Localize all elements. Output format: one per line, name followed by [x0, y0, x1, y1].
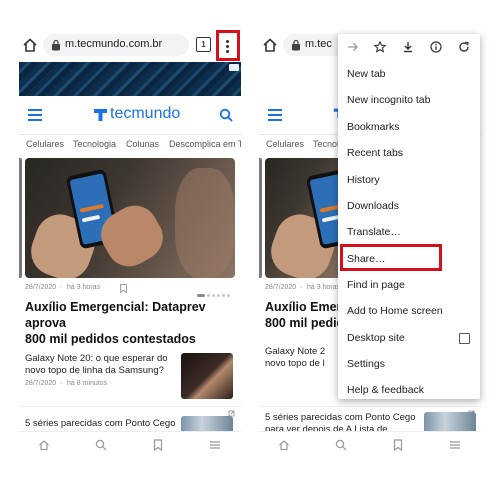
- home-icon[interactable]: [22, 37, 38, 53]
- story-date: 28/7/2020: [25, 380, 57, 387]
- carousel-prev-edge: [259, 158, 262, 278]
- home-icon[interactable]: [278, 439, 290, 451]
- hero-headline-line: 800 mil pedidos contestados: [25, 332, 196, 346]
- category-item[interactable]: Celulares: [26, 139, 64, 149]
- menu-item-add-to-home-screen[interactable]: Add to Home screen: [347, 305, 443, 317]
- url-text: m.tec: [305, 38, 332, 50]
- forward-icon[interactable]: [347, 41, 359, 53]
- star-icon[interactable]: [374, 41, 386, 53]
- menu-action-row: [338, 34, 480, 60]
- tecmundo-logo-icon: [94, 109, 107, 121]
- address-bar[interactable]: m.tecmundo.com.br: [43, 34, 189, 56]
- highlight-box: [216, 30, 240, 61]
- bookmark-icon[interactable]: [152, 439, 164, 451]
- menu-item-help-feedback[interactable]: Help & feedback: [347, 384, 424, 396]
- hamburger-menu-icon[interactable]: [268, 109, 282, 121]
- lock-icon: [292, 39, 300, 51]
- story-title-line: Galaxy Note 20: o que esperar do: [25, 353, 168, 364]
- ad-banner[interactable]: [19, 62, 241, 96]
- menu-icon[interactable]: [209, 439, 221, 451]
- hero-headline-line: Auxílio Emergencial: Dataprev aprova: [25, 300, 206, 330]
- info-icon[interactable]: [430, 41, 442, 53]
- category-item[interactable]: Celulares: [266, 139, 304, 149]
- refresh-icon[interactable]: [458, 41, 470, 53]
- search-icon[interactable]: [219, 108, 233, 122]
- bookmark-icon[interactable]: [120, 284, 127, 293]
- menu-item-new-incognito-tab[interactable]: New incognito tab: [347, 94, 430, 106]
- ad-choices-icon[interactable]: [229, 64, 239, 71]
- hamburger-menu-icon[interactable]: [28, 109, 42, 121]
- story-title-line: novo topo de linha da Samsung?: [25, 365, 164, 376]
- story-title-line: novo topo de l: [265, 358, 325, 369]
- share-highlight-box: [340, 244, 442, 271]
- download-icon[interactable]: [402, 41, 414, 53]
- browser-toolbar: m.tecmundo.com.br 1: [19, 28, 241, 62]
- story-title-line: Galaxy Note 2: [265, 346, 326, 357]
- left-screen: m.tecmundo.com.br 1 tecmundo Celulares T…: [19, 28, 241, 458]
- menu-item-translate[interactable]: Translate…: [347, 226, 401, 238]
- hero-date: 28/7/2020: [265, 284, 297, 291]
- story-title[interactable]: Galaxy Note 2 novo topo de l: [265, 346, 345, 370]
- story-title-line: 5 séries parecidas com Ponto Cego: [265, 412, 416, 423]
- story-title-line: 5 séries parecidas com Ponto Cego: [25, 418, 176, 429]
- bookmark-icon[interactable]: [392, 439, 404, 451]
- hero-headline[interactable]: Auxílio Emer 800 mil pedid: [265, 299, 345, 331]
- hero-headline-line: 800 mil pedid: [265, 316, 345, 330]
- story-thumbnail[interactable]: [181, 353, 233, 399]
- menu-item-new-tab[interactable]: New tab: [347, 68, 386, 80]
- hero-dot: ·: [300, 284, 303, 291]
- desktop-site-checkbox[interactable]: [459, 333, 470, 344]
- hero-headline-line: Auxílio Emer: [265, 300, 342, 314]
- divider: [259, 406, 481, 407]
- menu-item-settings[interactable]: Settings: [347, 358, 385, 370]
- search-icon[interactable]: [335, 439, 347, 451]
- hero-age: há 3 horas: [307, 284, 341, 291]
- site-header: tecmundo: [19, 96, 241, 135]
- home-icon[interactable]: [262, 37, 278, 53]
- category-item[interactable]: Descomplica em Tec: [169, 139, 241, 149]
- story-thumbnail[interactable]: [424, 412, 476, 432]
- divider: [19, 406, 241, 407]
- hero-dot: ·: [60, 284, 63, 291]
- home-icon[interactable]: [38, 439, 50, 451]
- category-item[interactable]: Tecnol: [313, 139, 339, 149]
- category-item[interactable]: Tecnologia: [73, 139, 116, 149]
- site-bottom-bar: [19, 431, 241, 458]
- story-age: há 8 minutos: [67, 380, 108, 387]
- site-bottom-bar: [259, 431, 481, 458]
- story-title[interactable]: 5 séries parecidas com Ponto Cego: [25, 418, 185, 430]
- menu-item-downloads[interactable]: Downloads: [347, 200, 399, 212]
- menu-item-recent-tabs[interactable]: Recent tabs: [347, 147, 403, 159]
- menu-item-history[interactable]: History: [347, 174, 380, 186]
- logo-text: tecmundo: [110, 105, 181, 122]
- hero-date: 28/7/2020: [25, 284, 57, 291]
- story-title[interactable]: Galaxy Note 20: o que esperar do novo to…: [25, 353, 175, 377]
- browser-overflow-menu: New tab New incognito tab Bookmarks Rece…: [338, 34, 480, 399]
- hero-image[interactable]: [25, 158, 235, 278]
- menu-item-desktop-site[interactable]: Desktop site: [347, 332, 405, 344]
- hero-age: há 3 horas: [67, 284, 101, 291]
- menu-item-bookmarks[interactable]: Bookmarks: [347, 121, 400, 133]
- story-dot: ·: [60, 380, 63, 387]
- search-icon[interactable]: [95, 439, 107, 451]
- category-nav: Celulares Tecnologia Colunas Descomplica…: [19, 135, 241, 157]
- menu-icon[interactable]: [449, 439, 461, 451]
- tab-switcher-button[interactable]: 1: [196, 37, 211, 52]
- menu-item-find-in-page[interactable]: Find in page: [347, 279, 405, 291]
- lock-icon: [52, 39, 60, 51]
- url-text: m.tecmundo.com.br: [65, 38, 163, 50]
- hero-headline[interactable]: Auxílio Emergencial: Dataprev aprova 800…: [25, 299, 239, 347]
- hero-image[interactable]: [265, 158, 343, 278]
- category-item[interactable]: Colunas: [126, 139, 159, 149]
- carousel-prev-edge: [19, 158, 22, 278]
